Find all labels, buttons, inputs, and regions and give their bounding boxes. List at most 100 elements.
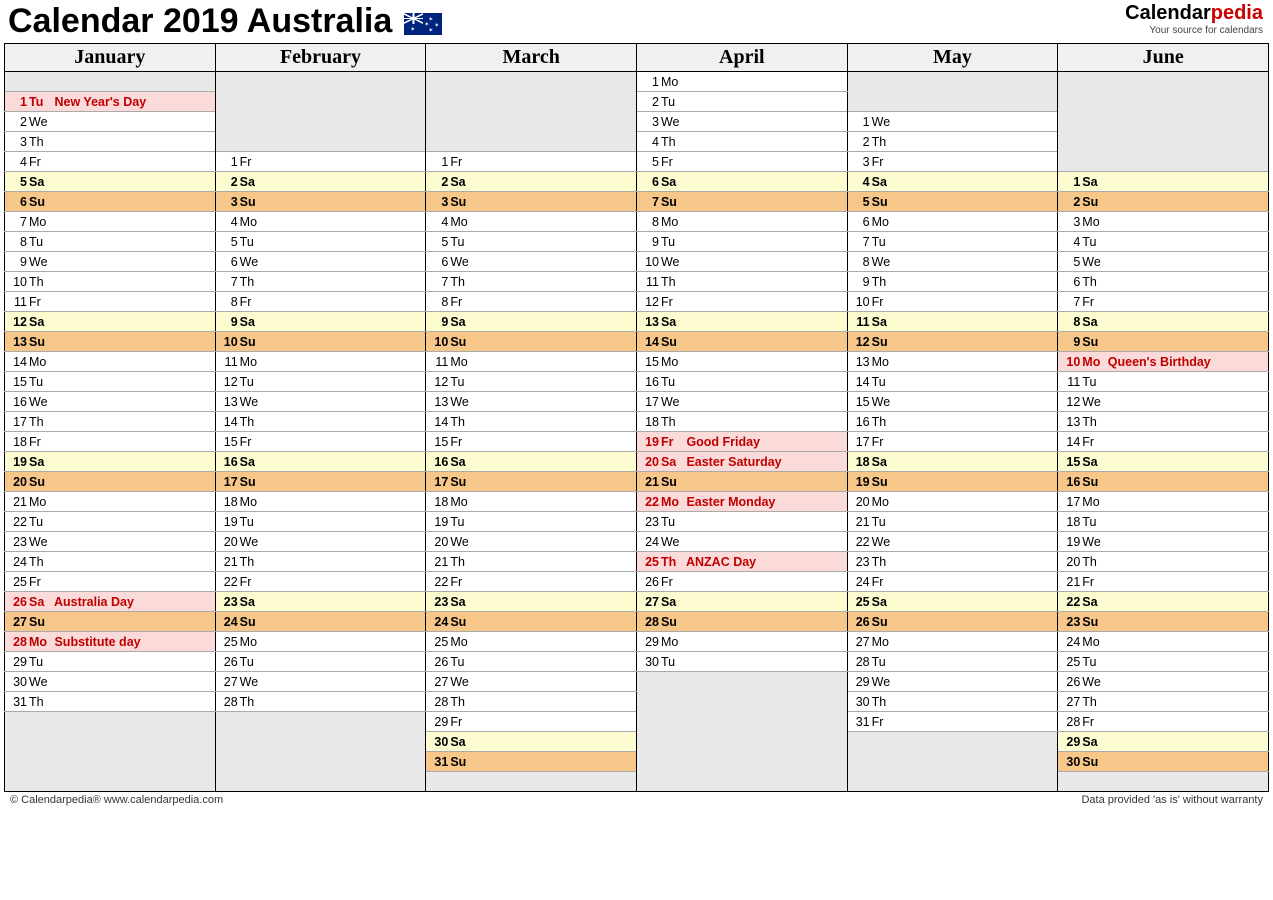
day-number: 27	[220, 675, 238, 689]
day-number: 17	[9, 415, 27, 429]
day-cell: 20Mo	[847, 492, 1058, 512]
day-of-week: We	[872, 535, 894, 549]
day-number: 22	[852, 535, 870, 549]
day-cell: 14Tu	[847, 372, 1058, 392]
day-cell: 10Th	[5, 272, 216, 292]
day-number: 13	[852, 355, 870, 369]
day-cell: 28Th	[215, 692, 426, 712]
day-cell: 22Sa	[1058, 592, 1269, 612]
footer-disclaimer: Data provided 'as is' without warranty	[1081, 794, 1263, 806]
day-number: 21	[852, 515, 870, 529]
day-number: 4	[852, 175, 870, 189]
blank-cell	[426, 72, 637, 152]
day-cell: 23Tu	[636, 512, 847, 532]
day-number: 28	[852, 655, 870, 669]
day-of-week: We	[29, 115, 51, 129]
day-cell: 22Fr	[426, 572, 637, 592]
day-number: 6	[1062, 275, 1080, 289]
blank-cell	[426, 772, 637, 792]
day-number: 22	[430, 575, 448, 589]
day-number: 20	[641, 455, 659, 469]
day-of-week: Sa	[661, 315, 683, 329]
day-number: 21	[1062, 575, 1080, 589]
day-of-week: Su	[1082, 615, 1104, 629]
day-of-week: Tu	[1082, 655, 1104, 669]
day-number: 4	[9, 155, 27, 169]
day-cell: 20We	[215, 532, 426, 552]
day-of-week: Fr	[872, 435, 894, 449]
day-number: 26	[220, 655, 238, 669]
day-of-week: Sa	[240, 455, 262, 469]
blank-cell	[215, 72, 426, 152]
day-cell: 26Fr	[636, 572, 847, 592]
day-of-week: Th	[29, 555, 51, 569]
brand-name-part1: Calendar	[1125, 2, 1211, 24]
day-of-week: Th	[29, 275, 51, 289]
day-number: 11	[9, 295, 27, 309]
day-number: 9	[9, 255, 27, 269]
day-number: 24	[641, 535, 659, 549]
day-number: 27	[9, 615, 27, 629]
day-cell: 11Tu	[1058, 372, 1269, 392]
day-number: 29	[9, 655, 27, 669]
holiday-label: ANZAC Day	[683, 555, 756, 569]
page-footer: © Calendarpedia® www.calendarpedia.com D…	[4, 791, 1269, 806]
day-of-week: Mo	[240, 215, 262, 229]
day-of-week: Mo	[661, 215, 683, 229]
day-of-week: We	[1082, 395, 1104, 409]
day-number: 24	[9, 555, 27, 569]
day-number: 29	[641, 635, 659, 649]
day-cell: 1Fr	[215, 152, 426, 172]
day-number: 2	[430, 175, 448, 189]
day-number: 2	[220, 175, 238, 189]
day-cell: 17Su	[215, 472, 426, 492]
day-of-week: We	[1082, 675, 1104, 689]
day-number: 22	[1062, 595, 1080, 609]
day-of-week: Mo	[872, 355, 894, 369]
blank-cell	[636, 672, 847, 792]
day-cell: 8Fr	[426, 292, 637, 312]
day-of-week: Fr	[29, 155, 51, 169]
day-number: 2	[641, 95, 659, 109]
day-number: 17	[1062, 495, 1080, 509]
day-of-week: Sa	[450, 175, 472, 189]
day-number: 9	[430, 315, 448, 329]
day-cell: 4Mo	[426, 212, 637, 232]
day-number: 14	[9, 355, 27, 369]
day-of-week: Sa	[872, 315, 894, 329]
day-number: 19	[852, 475, 870, 489]
day-number: 30	[1062, 755, 1080, 769]
day-number: 23	[852, 555, 870, 569]
day-cell: 23We	[5, 532, 216, 552]
day-cell: 11Fr	[5, 292, 216, 312]
day-of-week: Tu	[29, 235, 51, 249]
day-of-week: We	[450, 395, 472, 409]
day-cell: 21Th	[426, 552, 637, 572]
calendar-row: 10Th7Th7Th11Th9Th6Th	[5, 272, 1269, 292]
day-of-week: Sa	[872, 595, 894, 609]
day-number: 11	[641, 275, 659, 289]
day-cell: 9Tu	[636, 232, 847, 252]
day-of-week: Th	[661, 275, 683, 289]
day-cell: 10Su	[426, 332, 637, 352]
day-number: 10	[852, 295, 870, 309]
calendar-row: 17Th14Th14Th18Th16Th13Th	[5, 412, 1269, 432]
day-of-week: We	[450, 535, 472, 549]
day-cell: 26Tu	[215, 652, 426, 672]
day-number: 24	[220, 615, 238, 629]
day-number: 3	[852, 155, 870, 169]
blank-cell	[1058, 72, 1269, 172]
day-number: 19	[1062, 535, 1080, 549]
day-of-week: Th	[661, 415, 683, 429]
day-cell: 18Fr	[5, 432, 216, 452]
day-cell: 17Fr	[847, 432, 1058, 452]
day-of-week: Mo	[29, 495, 51, 509]
day-number: 29	[430, 715, 448, 729]
day-number: 27	[430, 675, 448, 689]
day-of-week: Th	[450, 695, 472, 709]
day-cell: 29We	[847, 672, 1058, 692]
day-cell: 25Mo	[426, 632, 637, 652]
day-number: 11	[430, 355, 448, 369]
day-number: 17	[430, 475, 448, 489]
day-of-week: Fr	[1082, 715, 1104, 729]
